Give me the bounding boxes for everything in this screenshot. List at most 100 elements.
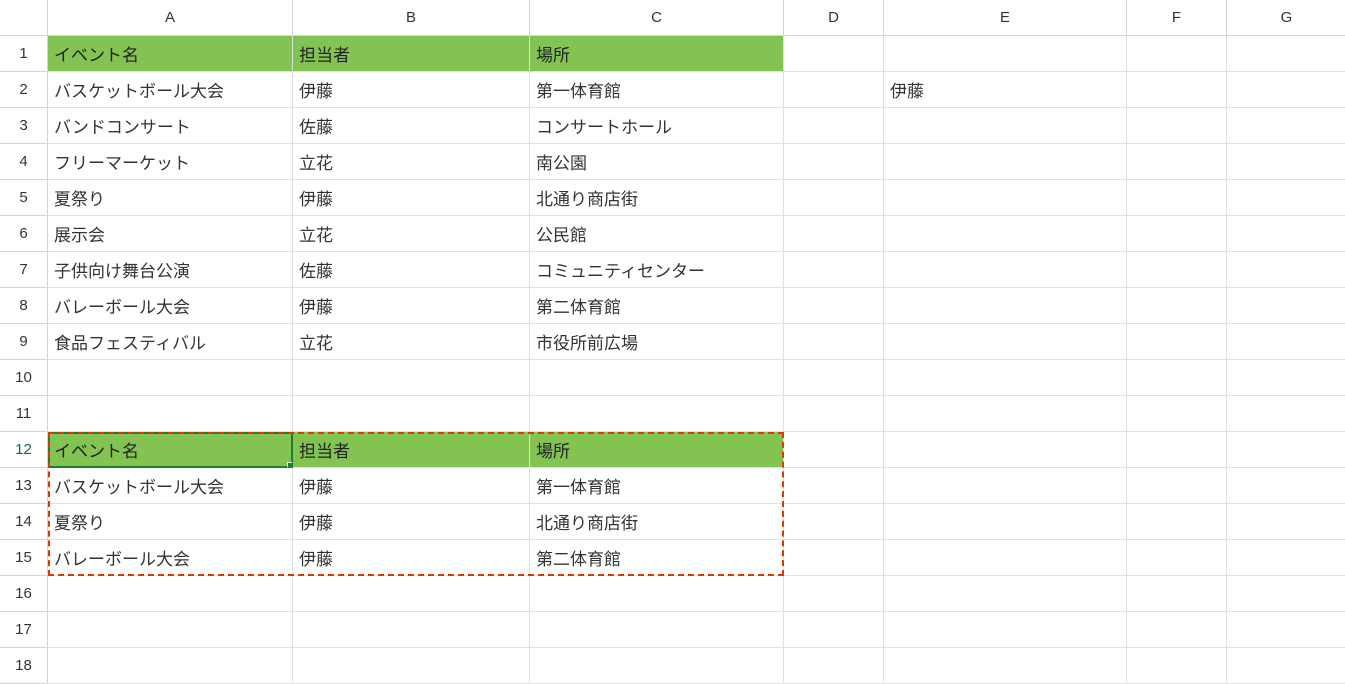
cell-D7[interactable] <box>784 252 884 288</box>
cell-C11[interactable] <box>530 396 784 432</box>
cell-G6[interactable] <box>1227 216 1345 252</box>
cell-G2[interactable] <box>1227 72 1345 108</box>
row-header-11[interactable]: 11 <box>0 396 48 432</box>
cell-F12[interactable] <box>1127 432 1227 468</box>
cell-B2[interactable]: 伊藤 <box>293 72 530 108</box>
cell-E15[interactable] <box>884 540 1127 576</box>
cell-C1[interactable]: 場所 <box>530 36 784 72</box>
cell-F18[interactable] <box>1127 648 1227 684</box>
cell-F13[interactable] <box>1127 468 1227 504</box>
row-header-1[interactable]: 1 <box>0 36 48 72</box>
cell-F16[interactable] <box>1127 576 1227 612</box>
cell-D11[interactable] <box>784 396 884 432</box>
cell-C10[interactable] <box>530 360 784 396</box>
cell-B8[interactable]: 伊藤 <box>293 288 530 324</box>
row-header-4[interactable]: 4 <box>0 144 48 180</box>
cell-E14[interactable] <box>884 504 1127 540</box>
cell-B13[interactable]: 伊藤 <box>293 468 530 504</box>
cell-C9[interactable]: 市役所前広場 <box>530 324 784 360</box>
cell-C15[interactable]: 第二体育館 <box>530 540 784 576</box>
cell-A18[interactable] <box>48 648 293 684</box>
cell-G3[interactable] <box>1227 108 1345 144</box>
cell-A1[interactable]: イベント名 <box>48 36 293 72</box>
cell-D9[interactable] <box>784 324 884 360</box>
cell-F4[interactable] <box>1127 144 1227 180</box>
cell-B16[interactable] <box>293 576 530 612</box>
col-header-B[interactable]: B <box>293 0 530 36</box>
col-header-F[interactable]: F <box>1127 0 1227 36</box>
cell-E9[interactable] <box>884 324 1127 360</box>
cell-E5[interactable] <box>884 180 1127 216</box>
cell-A2[interactable]: バスケットボール大会 <box>48 72 293 108</box>
cell-A12[interactable]: イベント名 <box>48 432 293 468</box>
cell-D6[interactable] <box>784 216 884 252</box>
select-all-corner[interactable] <box>0 0 48 36</box>
cell-A13[interactable]: バスケットボール大会 <box>48 468 293 504</box>
cell-D13[interactable] <box>784 468 884 504</box>
cell-A6[interactable]: 展示会 <box>48 216 293 252</box>
row-header-7[interactable]: 7 <box>0 252 48 288</box>
cell-F6[interactable] <box>1127 216 1227 252</box>
cell-B9[interactable]: 立花 <box>293 324 530 360</box>
row-header-8[interactable]: 8 <box>0 288 48 324</box>
cell-C17[interactable] <box>530 612 784 648</box>
cell-B18[interactable] <box>293 648 530 684</box>
cell-E7[interactable] <box>884 252 1127 288</box>
cell-A10[interactable] <box>48 360 293 396</box>
cell-A17[interactable] <box>48 612 293 648</box>
cell-G18[interactable] <box>1227 648 1345 684</box>
cell-C8[interactable]: 第二体育館 <box>530 288 784 324</box>
row-header-13[interactable]: 13 <box>0 468 48 504</box>
col-header-E[interactable]: E <box>884 0 1127 36</box>
cell-C12[interactable]: 場所 <box>530 432 784 468</box>
cell-B1[interactable]: 担当者 <box>293 36 530 72</box>
cell-A15[interactable]: バレーボール大会 <box>48 540 293 576</box>
cell-C16[interactable] <box>530 576 784 612</box>
cell-B14[interactable]: 伊藤 <box>293 504 530 540</box>
cell-B5[interactable]: 伊藤 <box>293 180 530 216</box>
cell-F5[interactable] <box>1127 180 1227 216</box>
row-header-17[interactable]: 17 <box>0 612 48 648</box>
cell-G12[interactable] <box>1227 432 1345 468</box>
cell-G16[interactable] <box>1227 576 1345 612</box>
cell-C5[interactable]: 北通り商店街 <box>530 180 784 216</box>
cell-E1[interactable] <box>884 36 1127 72</box>
cell-G7[interactable] <box>1227 252 1345 288</box>
cell-C4[interactable]: 南公園 <box>530 144 784 180</box>
cell-G1[interactable] <box>1227 36 1345 72</box>
cell-G13[interactable] <box>1227 468 1345 504</box>
cell-C3[interactable]: コンサートホール <box>530 108 784 144</box>
cell-E3[interactable] <box>884 108 1127 144</box>
cell-E4[interactable] <box>884 144 1127 180</box>
cell-F8[interactable] <box>1127 288 1227 324</box>
cell-G8[interactable] <box>1227 288 1345 324</box>
row-header-3[interactable]: 3 <box>0 108 48 144</box>
row-header-9[interactable]: 9 <box>0 324 48 360</box>
cell-D18[interactable] <box>784 648 884 684</box>
cell-D14[interactable] <box>784 504 884 540</box>
cell-F3[interactable] <box>1127 108 1227 144</box>
row-header-6[interactable]: 6 <box>0 216 48 252</box>
col-header-C[interactable]: C <box>530 0 784 36</box>
cell-C13[interactable]: 第一体育館 <box>530 468 784 504</box>
row-header-5[interactable]: 5 <box>0 180 48 216</box>
cell-B4[interactable]: 立花 <box>293 144 530 180</box>
cell-D15[interactable] <box>784 540 884 576</box>
cell-B15[interactable]: 伊藤 <box>293 540 530 576</box>
cell-A5[interactable]: 夏祭り <box>48 180 293 216</box>
cell-B10[interactable] <box>293 360 530 396</box>
cell-B12[interactable]: 担当者 <box>293 432 530 468</box>
cell-F1[interactable] <box>1127 36 1227 72</box>
cell-G11[interactable] <box>1227 396 1345 432</box>
cell-B7[interactable]: 佐藤 <box>293 252 530 288</box>
cell-C7[interactable]: コミュニティセンター <box>530 252 784 288</box>
col-header-D[interactable]: D <box>784 0 884 36</box>
cell-E2[interactable]: 伊藤 <box>884 72 1127 108</box>
cell-G4[interactable] <box>1227 144 1345 180</box>
cell-A16[interactable] <box>48 576 293 612</box>
cell-D2[interactable] <box>784 72 884 108</box>
cell-D5[interactable] <box>784 180 884 216</box>
cell-D10[interactable] <box>784 360 884 396</box>
cell-F15[interactable] <box>1127 540 1227 576</box>
cell-F9[interactable] <box>1127 324 1227 360</box>
